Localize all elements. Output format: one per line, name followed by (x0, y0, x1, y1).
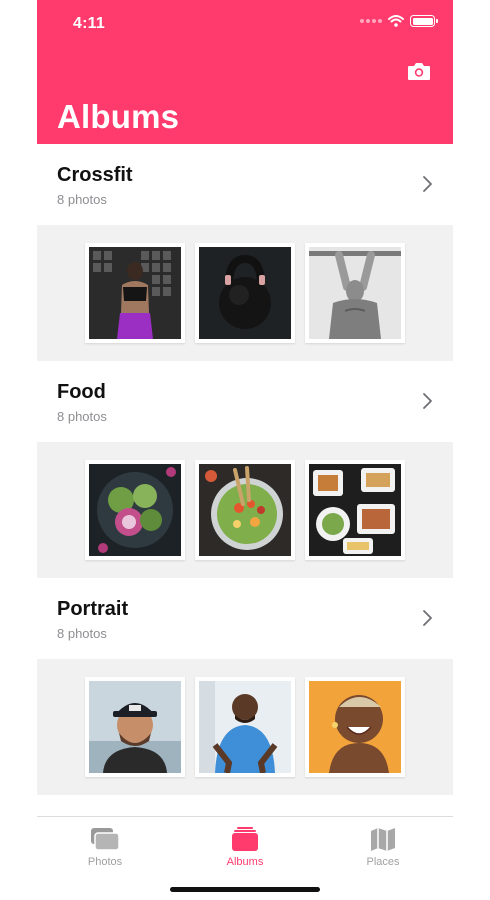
album-title: Food (57, 381, 106, 403)
man-blue-shirt-photo[interactable] (195, 677, 295, 777)
cabbage-bowl-photo[interactable] (85, 460, 185, 560)
tab-bar: Photos Albums Places (37, 816, 453, 900)
album-count: 8 photos (57, 192, 107, 207)
woman-gym-photo[interactable] (85, 243, 185, 343)
thumbnail-strip (37, 659, 453, 795)
album-row-partial (37, 795, 453, 816)
albums-list[interactable]: Crossfit 8 photos Food 8 photos Portrait… (37, 144, 453, 816)
app-screen: 4:11 Albums Crossfit 8 photos Food 8 pho… (37, 0, 453, 900)
chevron-right-icon (423, 176, 432, 192)
album-title: Crossfit (57, 164, 133, 186)
tab-places[interactable]: Places (323, 825, 443, 868)
thumbnail-strip (37, 225, 453, 361)
status-time: 4:11 (73, 15, 105, 32)
album-title: Portrait (57, 598, 129, 620)
tab-label: Albums (226, 856, 264, 868)
album-count: 8 photos (57, 409, 107, 424)
tab-albums[interactable]: Albums (185, 825, 305, 868)
kettlebell-photo[interactable] (195, 243, 295, 343)
signal-icon (360, 19, 382, 23)
battery-icon (410, 15, 438, 27)
status-icons (360, 15, 438, 27)
tab-label: Photos (87, 856, 123, 868)
thumbnail-strip (37, 442, 453, 578)
album-row-portrait[interactable]: Portrait 8 photos (37, 578, 453, 659)
album-row-crossfit[interactable]: Crossfit 8 photos (37, 144, 453, 225)
photos-icon (91, 828, 120, 851)
map-icon (371, 828, 395, 851)
dishes-table-photo[interactable] (305, 460, 405, 560)
albums-icon (232, 827, 258, 851)
page-title: Albums (57, 98, 180, 135)
man-pullup-photo[interactable] (305, 243, 405, 343)
album-count: 8 photos (57, 626, 107, 641)
home-indicator[interactable] (170, 887, 320, 892)
chevron-right-icon (423, 610, 432, 626)
salad-bowl-photo[interactable] (195, 460, 295, 560)
camera-icon[interactable] (407, 61, 431, 81)
man-cap-photo[interactable] (85, 677, 185, 777)
tab-label: Places (366, 856, 400, 868)
chevron-right-icon (423, 393, 432, 409)
tab-photos[interactable]: Photos (45, 825, 165, 868)
album-row-food[interactable]: Food 8 photos (37, 361, 453, 442)
wifi-icon (388, 15, 404, 27)
woman-laughing-photo[interactable] (305, 677, 405, 777)
header: 4:11 Albums (37, 0, 453, 144)
